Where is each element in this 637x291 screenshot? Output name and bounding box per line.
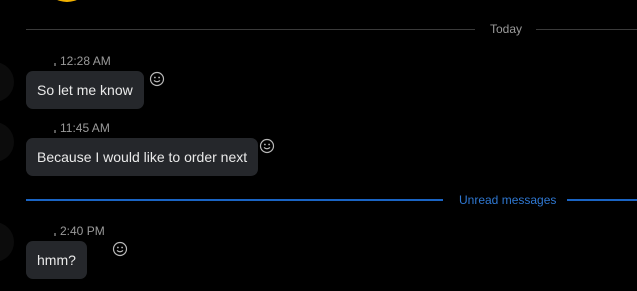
- unread-divider-label: Unread messages: [459, 193, 557, 207]
- smiley-face-icon[interactable]: [259, 138, 275, 154]
- message-bubble[interactable]: hmm?: [26, 241, 87, 279]
- divider-line: [26, 199, 443, 201]
- divider-line: [567, 199, 637, 201]
- emoji-sticker: [48, 0, 86, 2]
- smiley-face-icon[interactable]: [149, 71, 165, 87]
- date-divider: Today: [26, 22, 637, 36]
- message-bubble[interactable]: Because I would like to order next: [26, 138, 259, 176]
- smiley-face-icon[interactable]: [112, 241, 128, 257]
- avatar: [0, 122, 14, 162]
- date-divider-label: Today: [490, 22, 523, 36]
- message-timestamp: 11:45 AM: [54, 121, 110, 135]
- avatar: [0, 62, 14, 102]
- message-timestamp: 2:40 PM: [54, 224, 105, 238]
- divider-line: [536, 29, 637, 30]
- timestamp-text: 11:45 AM: [60, 121, 110, 135]
- chat-conversation: Today 12:28 AM So let me know 11:45 AM B…: [0, 0, 637, 291]
- message-text: hmm?: [37, 252, 76, 268]
- timestamp-text: 2:40 PM: [60, 224, 105, 238]
- timestamp-text: 12:28 AM: [60, 54, 111, 68]
- unread-messages-divider: Unread messages: [26, 193, 637, 207]
- divider-line: [26, 29, 475, 30]
- avatar: [0, 222, 14, 262]
- message-text: Because I would like to order next: [37, 149, 248, 165]
- message-text: So let me know: [37, 82, 133, 98]
- message-bubble[interactable]: So let me know: [26, 71, 144, 109]
- message-timestamp: 12:28 AM: [54, 54, 111, 68]
